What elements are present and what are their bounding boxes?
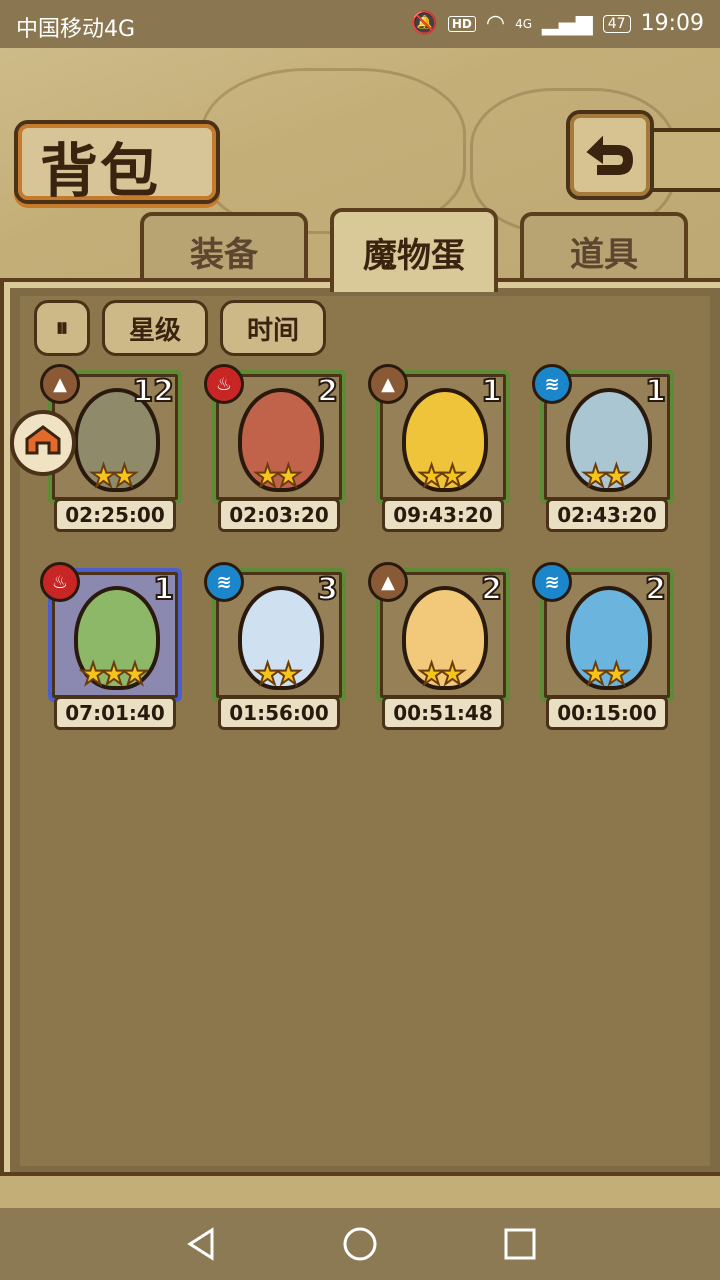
sort-by-star-label: 星级 — [128, 315, 181, 346]
water-element-icon: ≋ — [532, 562, 572, 602]
earth-element-icon: ▲ — [40, 364, 80, 404]
status-right: 🔕 HD ◠ 4G ▂▄▆ 47 19:09 — [410, 11, 704, 36]
egg-count: 1 — [152, 571, 175, 608]
star-rating: ★★ — [417, 656, 467, 693]
nav-recents-icon[interactable] — [500, 1226, 540, 1262]
egg-slot[interactable]: ≋ 1 ★★ 02:43:20 — [532, 364, 674, 532]
nav-back-icon[interactable] — [182, 1226, 222, 1262]
hatch-timer: 07:01:40 — [54, 696, 176, 730]
tab-bar: 装备 魔物蛋 道具 — [0, 208, 720, 292]
star-rating: ★★ — [417, 458, 467, 495]
fire-element-icon: ♨ — [40, 562, 80, 602]
sort-by-time-button[interactable]: 时间 — [220, 300, 326, 356]
egg-count: 1 — [480, 373, 503, 410]
system-nav-bar — [0, 1208, 720, 1280]
egg-slot[interactable]: ≋ 2 ★★ 00:15:00 — [532, 562, 674, 730]
hatch-timer: 09:43:20 — [382, 498, 504, 532]
fire-element-icon: ♨ — [204, 364, 244, 404]
egg-slot[interactable]: ▲ 2 ★★ 00:51:48 — [368, 562, 510, 730]
sort-by-time-label: 时间 — [246, 315, 299, 346]
signal-label: 4G — [515, 16, 532, 31]
egg-count: 2 — [644, 571, 667, 608]
egg-count: 12 — [131, 373, 175, 410]
carrier-label: 中国移动4G — [16, 17, 136, 42]
hatch-timer: 02:43:20 — [546, 498, 668, 532]
earth-element-icon: ▲ — [368, 562, 408, 602]
sort-by-star-button[interactable]: 星级 — [102, 300, 208, 356]
star-rating: ★★ — [581, 656, 631, 693]
egg-count: 3 — [316, 571, 339, 608]
egg-slot[interactable]: ♨ 2 ★★ 02:03:20 — [204, 364, 346, 532]
hatch-timer: 02:03:20 — [218, 498, 340, 532]
signal-icon: ▂▄▆ — [542, 11, 593, 36]
up-arrow-icon — [25, 425, 61, 455]
star-rating: ★★ — [253, 458, 303, 495]
tab-monster-eggs[interactable]: 魔物蛋 — [330, 208, 498, 292]
side-arrow-button[interactable] — [10, 410, 76, 476]
hd-badge: HD — [447, 15, 476, 32]
hatch-timer: 00:15:00 — [546, 696, 668, 730]
tab-equipment[interactable]: 装备 — [140, 212, 308, 286]
egg-count: 1 — [644, 373, 667, 410]
page-title: 背包 — [40, 137, 161, 205]
water-element-icon: ≋ — [204, 562, 244, 602]
egg-count: 2 — [316, 373, 339, 410]
battery-icon: 47 — [602, 14, 631, 33]
mute-icon: 🔕 — [410, 11, 438, 36]
sort-toggle-button[interactable]: ⏸ — [34, 300, 90, 356]
wifi-icon: ◠ — [485, 11, 506, 36]
star-rating: ★★ — [253, 656, 303, 693]
tab-label: 魔物蛋 — [363, 235, 465, 276]
hatch-timer: 00:51:48 — [382, 696, 504, 730]
bottom-border — [0, 1172, 720, 1212]
status-bar: 中国移动4G 🔕 HD ◠ 4G ▂▄▆ 47 19:09 — [0, 0, 720, 48]
hatch-timer: 02:25:00 — [54, 498, 176, 532]
egg-slot-selected[interactable]: ♨ 1 ★★★ 07:01:40 — [40, 562, 182, 730]
star-rating: ★★ — [581, 458, 631, 495]
egg-count: 2 — [480, 571, 503, 608]
clock: 19:09 — [640, 11, 704, 36]
egg-slot[interactable]: ≋ 3 ★★ 01:56:00 — [204, 562, 346, 730]
tab-label: 道具 — [570, 234, 638, 275]
nav-home-icon[interactable] — [340, 1226, 380, 1262]
back-button[interactable] — [566, 110, 654, 200]
earth-element-icon: ▲ — [368, 364, 408, 404]
tab-items[interactable]: 道具 — [520, 212, 688, 286]
sort-toggle-icon: ⏸ — [55, 312, 69, 343]
egg-slot[interactable]: ▲ 1 ★★ 09:43:20 — [368, 364, 510, 532]
hatch-timer: 01:56:00 — [218, 696, 340, 730]
water-element-icon: ≋ — [532, 364, 572, 404]
star-rating: ★★★ — [79, 656, 150, 693]
back-arrow-icon — [586, 135, 634, 175]
tab-label: 装备 — [190, 234, 258, 275]
